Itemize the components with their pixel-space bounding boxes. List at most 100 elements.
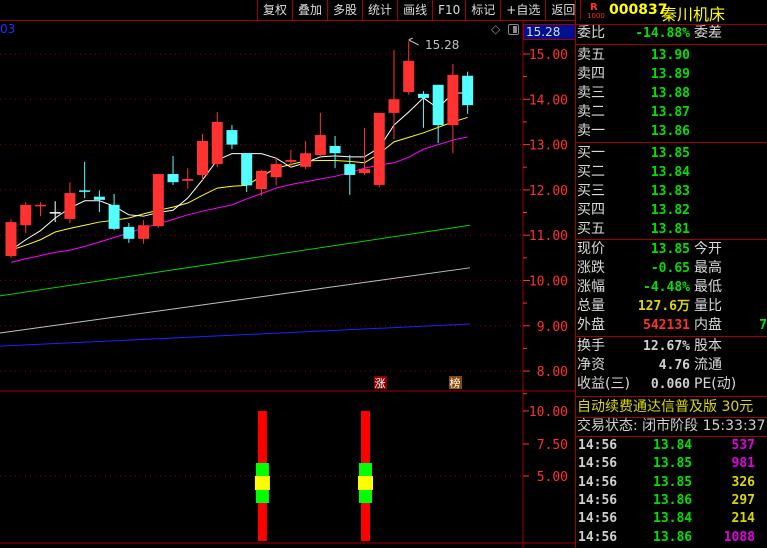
ma10-line xyxy=(10,116,468,251)
stat-label: 涨幅 xyxy=(577,279,605,295)
candle-body xyxy=(388,99,400,113)
indicator-axis-label: 5.00 xyxy=(537,470,568,485)
bid-price: 13.84 xyxy=(650,165,690,180)
price-axis-label: 15.00 xyxy=(529,48,568,63)
toolbar-button[interactable]: 复权 xyxy=(258,0,294,20)
kline-chart[interactable]: 15.00 14.00 13.00 12.00 11.00 10.00 9.00 8.00 10… xyxy=(0,0,576,548)
candle-body xyxy=(462,75,474,106)
candle-body xyxy=(270,164,282,178)
ask-label: 卖三 xyxy=(577,85,605,101)
candle-body xyxy=(34,204,46,207)
stat-label-2: 最高 xyxy=(694,260,722,276)
bid-label: 买五 xyxy=(577,221,605,237)
price-axis-label: 14.00 xyxy=(529,93,568,108)
promo-banner[interactable]: 自动续费通达信普及版 30元 xyxy=(576,398,767,417)
indicator-axis-label: 10.00 xyxy=(529,405,568,420)
candle-body xyxy=(93,196,105,200)
r-badge-num: 1000 xyxy=(587,12,605,20)
tick-row: 14:56 13.86 297 xyxy=(576,492,767,510)
fin-label-2: 流通 xyxy=(694,357,722,373)
ma-line-green xyxy=(0,224,471,297)
stat-row: 涨幅 -4.48% 最低 xyxy=(576,278,767,297)
price-axis-label: 11.00 xyxy=(529,229,568,244)
price-axis-label: 12.00 xyxy=(529,184,568,199)
weicha-label: 委差 xyxy=(694,25,722,41)
toolbar-button[interactable]: 画线 xyxy=(398,0,434,20)
tick-time: 14:56 xyxy=(578,492,618,508)
toolbar: 复权 叠加 多股 统计 画线 F10 标记 +自选 返回 xyxy=(257,0,582,20)
fin-label-2: 股本 xyxy=(694,338,722,354)
candle-body xyxy=(403,60,415,93)
fin-label: 换手 xyxy=(577,338,605,354)
ask-price: 13.90 xyxy=(650,48,690,63)
toolbar-button[interactable]: 叠加 xyxy=(293,0,329,20)
price-axis-label: 13.00 xyxy=(529,139,568,154)
high-price-label: 15.28 xyxy=(425,38,460,52)
bid-label: 买三 xyxy=(577,183,605,199)
toolbar-button[interactable]: F10 xyxy=(433,0,467,20)
tick-volume: 1088 xyxy=(723,529,755,545)
ask-row: 卖一 13.86 xyxy=(576,122,767,141)
bid-label: 买四 xyxy=(577,202,605,218)
tick-price: 13.85 xyxy=(653,456,693,472)
stat-value: 127.6万 xyxy=(637,299,690,314)
candle-body xyxy=(5,222,17,257)
ma-line-blue xyxy=(0,323,471,347)
tick-time: 14:56 xyxy=(578,529,618,545)
price-axis-label: 8.00 xyxy=(537,365,568,380)
fin-row: 净资 4.76 流通 xyxy=(576,356,767,375)
fin-label: 净资 xyxy=(577,357,605,373)
tick-volume: 326 xyxy=(731,474,755,490)
tick-volume: 981 xyxy=(731,456,755,472)
period-label: 03 xyxy=(0,22,16,36)
stat-label: 外盘 xyxy=(577,317,605,333)
bid-price: 13.83 xyxy=(650,184,690,199)
indicator-axis-label: 7.50 xyxy=(537,438,568,453)
toolbar-button[interactable]: 统计 xyxy=(363,0,399,20)
tick-time: 14:56 xyxy=(578,456,618,472)
panel-toggle-icon[interactable] xyxy=(508,24,519,35)
toolbar-button[interactable]: +自选 xyxy=(501,0,547,20)
fin-row: 收益(三) 0.060 PE(动) xyxy=(576,375,767,394)
tick-time: 14:56 xyxy=(578,474,618,490)
tick-row: 14:56 13.84 537 xyxy=(576,437,767,455)
ask-row: 卖五 13.90 xyxy=(576,46,767,65)
fin-label: 收益(三) xyxy=(577,376,630,392)
candle-body xyxy=(226,130,238,145)
tick-time: 14:56 xyxy=(578,438,618,453)
candle-body xyxy=(255,170,267,189)
stat-value: 542131 xyxy=(643,318,690,333)
candle-body xyxy=(285,160,297,162)
toolbar-button[interactable]: 返回 xyxy=(546,0,582,20)
ma-line-gray xyxy=(0,267,471,334)
fin-value: 12.67% xyxy=(643,339,690,354)
candle-body xyxy=(211,121,223,165)
ask-price: 13.87 xyxy=(650,105,690,120)
tick-time: 14:56 xyxy=(578,511,618,527)
candle-body xyxy=(432,84,444,126)
stat-row: 涨跌 -0.65 最高 xyxy=(576,259,767,278)
stat-value: 13.85 xyxy=(650,242,690,257)
candle-body xyxy=(182,179,194,181)
ask-row: 卖四 13.89 xyxy=(576,65,767,84)
fin-value: 4.76 xyxy=(658,358,690,373)
toolbar-button[interactable]: 标记 xyxy=(466,0,502,20)
stock-name[interactable]: 秦川机床 xyxy=(661,1,725,25)
price-axis-label: 9.00 xyxy=(537,320,568,335)
tick-row: 14:56 13.84 214 xyxy=(576,510,767,528)
stat-value: -4.48% xyxy=(643,280,690,295)
stat-label-2: 量比 xyxy=(694,298,722,314)
bid-row: 买五 13.81 xyxy=(576,220,767,239)
stat-label-2: 今开 xyxy=(694,241,722,257)
price-axis-label: 10.00 xyxy=(529,275,568,290)
tick-row: 14:56 13.86 1088 xyxy=(576,529,767,547)
tick-row: 14:56 13.85 326 xyxy=(576,474,767,492)
stat-label: 涨跌 xyxy=(577,260,605,276)
stat-value: -0.65 xyxy=(650,261,690,276)
fin-value: 0.060 xyxy=(650,377,690,392)
diamond-icon[interactable]: ◇ xyxy=(491,22,500,36)
ask-label: 卖二 xyxy=(577,104,605,120)
stat-value-2: 7 xyxy=(759,318,767,333)
toolbar-button[interactable]: 多股 xyxy=(328,0,364,20)
stat-row: 外盘 542131 内盘 7 xyxy=(576,316,767,335)
